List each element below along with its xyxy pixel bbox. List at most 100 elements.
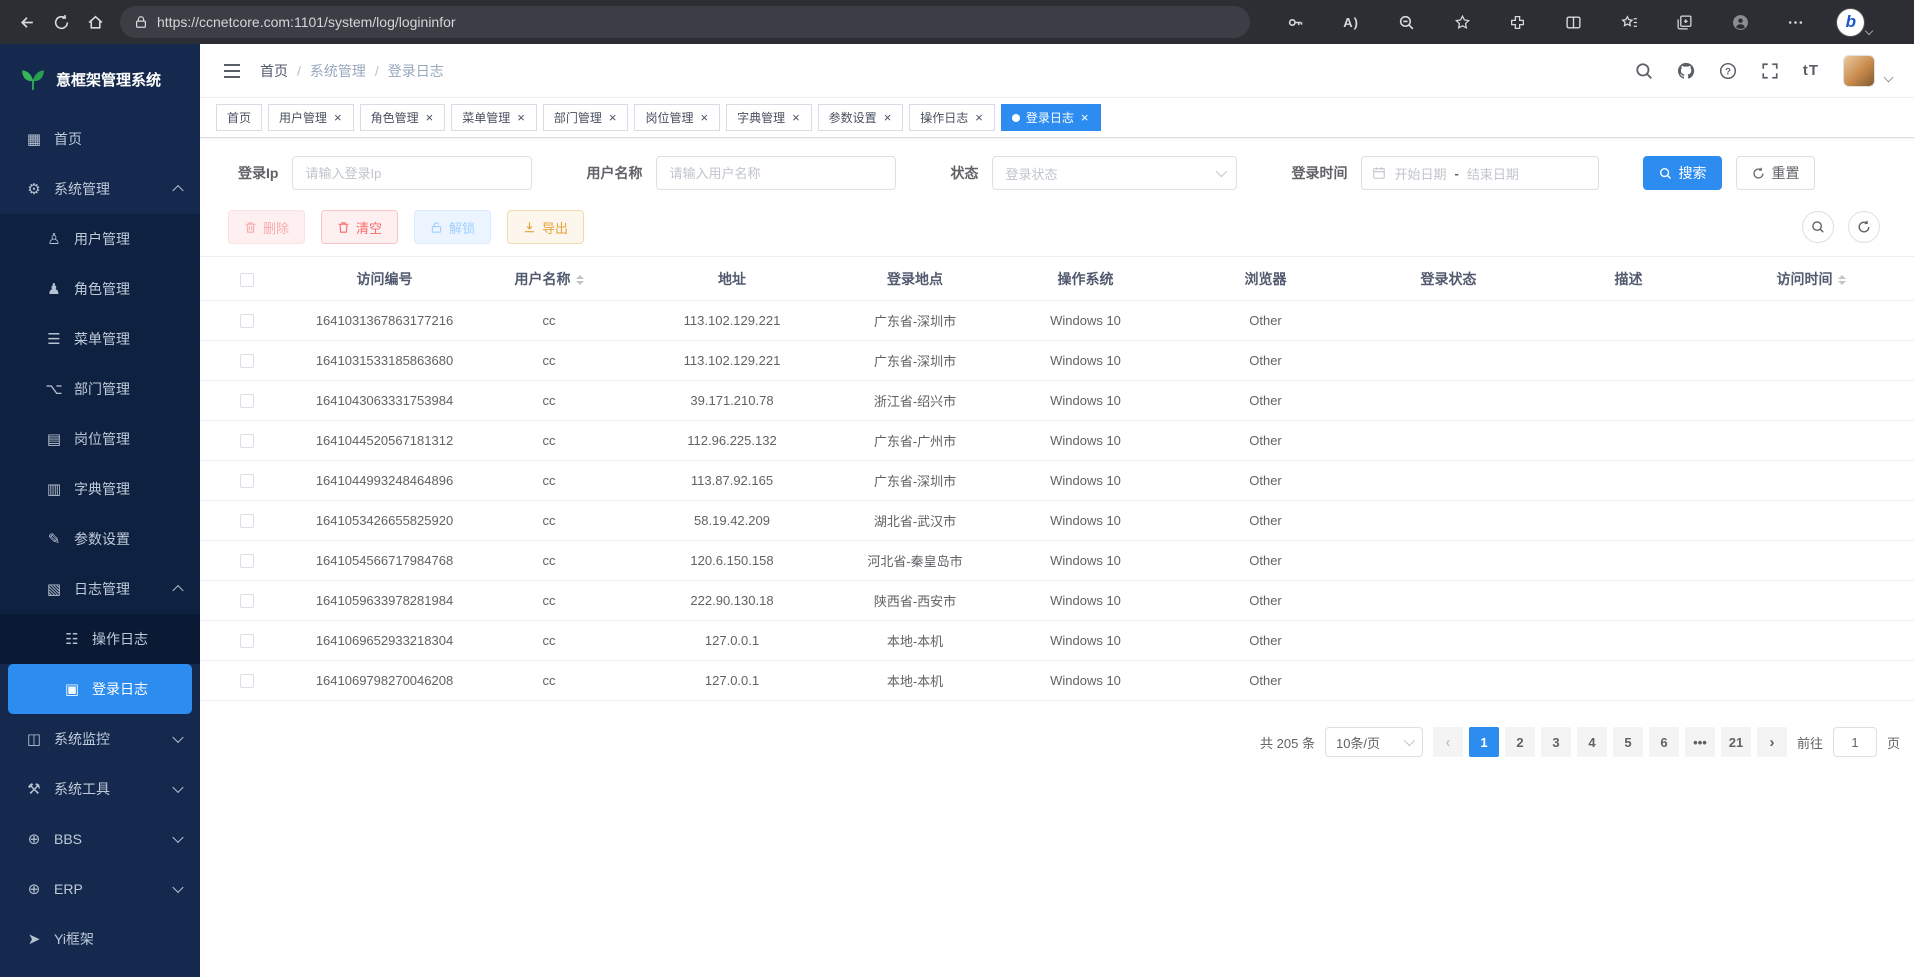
row-checkbox[interactable] — [240, 394, 254, 408]
sort-caret-icon[interactable] — [576, 275, 584, 285]
page-button-1[interactable]: 1 — [1469, 727, 1499, 757]
column-header-访问时间[interactable]: 访问时间 — [1708, 257, 1914, 301]
tab-close-icon[interactable]: × — [425, 111, 435, 124]
sidebar-item-yi-framework[interactable]: ➤Yi框架 — [0, 914, 200, 964]
tab-close-icon[interactable]: × — [883, 111, 893, 124]
font-size-icon[interactable]: tT — [1803, 62, 1819, 79]
page-ellipsis[interactable]: ••• — [1685, 727, 1715, 757]
sidebar-item-system-mgmt[interactable]: ⚙系统管理 — [0, 164, 200, 214]
zoom-out-icon[interactable] — [1393, 8, 1421, 36]
address-bar[interactable]: https://ccnetcore.com:1101/system/log/lo… — [120, 6, 1250, 38]
sidebar-item-user-mgmt[interactable]: ♙用户管理 — [0, 214, 200, 264]
collapse-sidebar-icon[interactable] — [222, 61, 242, 81]
tab-操作日志[interactable]: 操作日志× — [909, 104, 995, 131]
select-all-checkbox[interactable] — [240, 273, 254, 287]
sidebar-item-erp[interactable]: ⊕ERP — [0, 864, 200, 914]
row-checkbox[interactable] — [240, 474, 254, 488]
search-button[interactable]: 搜索 — [1643, 156, 1722, 190]
row-checkbox[interactable] — [240, 314, 254, 328]
row-checkbox[interactable] — [240, 634, 254, 648]
page-button-3[interactable]: 3 — [1541, 727, 1571, 757]
sidebar-item-role-mgmt[interactable]: ♟角色管理 — [0, 264, 200, 314]
add-favorite-icon[interactable] — [1448, 8, 1476, 36]
extensions-icon[interactable] — [1504, 8, 1532, 36]
row-checkbox[interactable] — [240, 674, 254, 688]
help-icon[interactable]: ? — [1719, 62, 1737, 80]
row-checkbox[interactable] — [240, 554, 254, 568]
sidebar-item-log-mgmt[interactable]: ▧日志管理 — [0, 564, 200, 614]
unlock-button[interactable]: 解锁 — [414, 210, 491, 244]
key-icon[interactable] — [1282, 8, 1310, 36]
user-menu-caret-icon[interactable] — [1884, 73, 1894, 83]
sidebar-item-dict-mgmt[interactable]: ▥字典管理 — [0, 464, 200, 514]
row-checkbox[interactable] — [240, 434, 254, 448]
sidebar-item-param-settings[interactable]: ✎参数设置 — [0, 514, 200, 564]
tab-close-icon[interactable]: × — [699, 111, 709, 124]
browser-back-button[interactable] — [10, 5, 44, 39]
tab-close-icon[interactable]: × — [333, 111, 343, 124]
page-button-5[interactable]: 5 — [1613, 727, 1643, 757]
tab-登录日志[interactable]: 登录日志× — [1001, 104, 1101, 131]
search-icon[interactable] — [1635, 62, 1653, 80]
sidebar-item-post-mgmt[interactable]: ▤岗位管理 — [0, 414, 200, 464]
tab-参数设置[interactable]: 参数设置× — [818, 104, 904, 131]
status-select[interactable]: 登录状态 — [992, 156, 1237, 190]
table-search-button[interactable] — [1802, 211, 1834, 243]
avatar[interactable] — [1843, 55, 1875, 87]
row-checkbox[interactable] — [240, 594, 254, 608]
tab-角色管理[interactable]: 角色管理× — [360, 104, 446, 131]
tab-菜单管理[interactable]: 菜单管理× — [451, 104, 537, 131]
sidebar-item-login-log[interactable]: ▣登录日志 — [8, 664, 192, 714]
breadcrumb-item-home[interactable]: 首页 — [260, 61, 288, 81]
page-size-select[interactable]: 10条/页 — [1325, 727, 1423, 757]
sort-caret-icon[interactable] — [1838, 275, 1846, 285]
tab-close-icon[interactable]: × — [516, 111, 526, 124]
tab-岗位管理[interactable]: 岗位管理× — [634, 104, 720, 131]
goto-page-input[interactable] — [1833, 727, 1877, 757]
browser-home-button[interactable] — [78, 5, 112, 39]
reset-button[interactable]: 重置 — [1736, 156, 1815, 190]
page-button-2[interactable]: 2 — [1505, 727, 1535, 757]
sidebar-item-menu-mgmt[interactable]: ☰菜单管理 — [0, 314, 200, 364]
prev-page-button[interactable]: ‹ — [1433, 727, 1463, 757]
sidebar-item-dept-mgmt[interactable]: ⌥部门管理 — [0, 364, 200, 414]
tab-close-icon[interactable]: × — [791, 111, 801, 124]
delete-button[interactable]: 删除 — [228, 210, 305, 244]
tab-字典管理[interactable]: 字典管理× — [726, 104, 812, 131]
copilot-bing-icon[interactable]: b — [1837, 9, 1872, 36]
sidebar-item-bbs[interactable]: ⊕BBS — [0, 814, 200, 864]
login-time-range-picker[interactable]: 开始日期 - 结束日期 — [1361, 156, 1599, 190]
github-icon[interactable] — [1677, 62, 1695, 80]
sidebar-item-home[interactable]: ▦首页 — [0, 114, 200, 164]
page-button-21[interactable]: 21 — [1721, 727, 1751, 757]
profile-icon[interactable] — [1726, 8, 1754, 36]
split-screen-icon[interactable] — [1559, 8, 1587, 36]
table-refresh-button[interactable] — [1848, 211, 1880, 243]
tab-close-icon[interactable]: × — [608, 111, 618, 124]
tab-用户管理[interactable]: 用户管理× — [268, 104, 354, 131]
export-button[interactable]: 导出 — [507, 210, 584, 244]
tab-close-icon[interactable]: × — [1080, 111, 1090, 124]
row-checkbox[interactable] — [240, 514, 254, 528]
collections-icon[interactable] — [1671, 8, 1699, 36]
tab-部门管理[interactable]: 部门管理× — [543, 104, 629, 131]
settings-ellipsis-icon[interactable] — [1782, 8, 1810, 36]
row-checkbox[interactable] — [240, 354, 254, 368]
browser-refresh-button[interactable] — [44, 5, 78, 39]
page-button-6[interactable]: 6 — [1649, 727, 1679, 757]
tab-close-icon[interactable]: × — [974, 111, 984, 124]
breadcrumb-item-system[interactable]: 系统管理 — [310, 61, 366, 81]
favorites-icon[interactable] — [1615, 8, 1643, 36]
read-aloud-icon[interactable]: A) — [1337, 8, 1365, 36]
sidebar-item-op-log[interactable]: ☷操作日志 — [0, 614, 200, 664]
sidebar-item-system-tools[interactable]: ⚒系统工具 — [0, 764, 200, 814]
tab-首页[interactable]: 首页 — [216, 104, 262, 131]
next-page-button[interactable]: › — [1757, 727, 1787, 757]
login-ip-input[interactable] — [292, 156, 532, 190]
clear-button[interactable]: 清空 — [321, 210, 398, 244]
column-header-用户名称[interactable]: 用户名称 — [476, 257, 622, 301]
sidebar-item-system-monitor[interactable]: ◫系统监控 — [0, 714, 200, 764]
page-button-4[interactable]: 4 — [1577, 727, 1607, 757]
user-name-input[interactable] — [656, 156, 896, 190]
fullscreen-icon[interactable] — [1761, 62, 1779, 80]
